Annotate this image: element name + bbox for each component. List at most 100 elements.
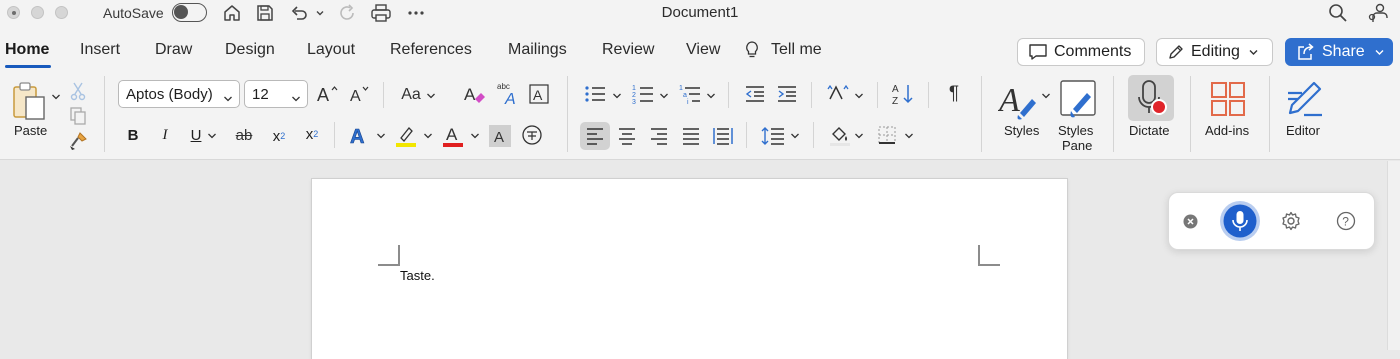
document-body-text[interactable]: Taste. <box>400 268 435 283</box>
enclose-characters-icon[interactable] <box>520 123 544 147</box>
home-ribbon: Paste Aptos (Body) 12 A A Aa A abcA A B <box>0 72 1400 160</box>
highlight-color-icon[interactable] <box>394 123 418 149</box>
tab-references[interactable]: References <box>390 41 472 59</box>
tell-me-search[interactable]: Tell me <box>771 41 822 59</box>
ribbon-separator <box>877 82 878 108</box>
show-formatting-marks-icon[interactable]: ¶ <box>942 82 966 106</box>
account-icon[interactable] <box>1366 2 1390 24</box>
multilevel-list-icon[interactable]: 1ai <box>677 82 703 106</box>
phonetic-guide-icon[interactable]: abc A <box>495 81 521 107</box>
dictate-button[interactable] <box>1130 76 1172 120</box>
share-chevron-down-icon <box>1374 47 1385 57</box>
comment-icon <box>1028 43 1048 61</box>
close-dictation-icon[interactable] <box>1182 213 1198 229</box>
tab-review[interactable]: Review <box>602 41 654 59</box>
font-color-chevron-icon[interactable] <box>469 131 481 141</box>
svg-text:A: A <box>350 88 361 104</box>
justify-icon[interactable] <box>679 124 703 148</box>
ribbon-separator <box>567 76 568 152</box>
text-effects-icon[interactable]: A <box>347 123 371 147</box>
shading-icon[interactable] <box>827 122 853 148</box>
tab-view[interactable]: View <box>686 41 720 59</box>
align-center-icon[interactable] <box>615 124 639 148</box>
numbering-chevron-icon[interactable] <box>658 91 670 101</box>
character-border-icon[interactable]: A <box>528 83 550 105</box>
vertical-scrollbar[interactable] <box>1387 161 1400 350</box>
styles-pane-label-2: Pane <box>1062 138 1093 153</box>
font-color-icon[interactable]: A <box>441 123 465 149</box>
dictation-toolbar: ? <box>1168 192 1375 250</box>
subscript-button[interactable]: x2 <box>268 124 290 148</box>
svg-text:2: 2 <box>632 92 636 99</box>
editing-label: Editing <box>1191 43 1240 60</box>
clear-formatting-icon[interactable]: A <box>461 81 487 107</box>
dictation-settings-gear-icon[interactable] <box>1280 210 1302 232</box>
multilevel-list-chevron-icon[interactable] <box>705 91 717 101</box>
distributed-align-icon[interactable] <box>711 124 735 148</box>
borders-chevron-icon[interactable] <box>903 131 915 141</box>
font-name-dropdown[interactable]: Aptos (Body) <box>118 80 240 108</box>
ribbon-separator <box>383 82 384 108</box>
format-painter-icon[interactable] <box>67 130 89 152</box>
decrease-indent-icon[interactable] <box>742 82 768 106</box>
styles-gallery-icon[interactable]: A <box>997 78 1041 124</box>
styles-chevron-icon[interactable] <box>1040 91 1052 101</box>
bullets-chevron-icon[interactable] <box>611 91 623 101</box>
tab-mailings[interactable]: Mailings <box>508 41 567 59</box>
tab-draw[interactable]: Draw <box>155 41 192 59</box>
cut-icon[interactable] <box>68 80 88 102</box>
line-spacing-chevron-icon[interactable] <box>789 131 801 141</box>
dictation-help-icon[interactable]: ? <box>1335 210 1357 232</box>
align-left-icon[interactable] <box>583 124 607 148</box>
underline-button[interactable]: U <box>186 124 206 146</box>
superscript-button[interactable]: x2 <box>301 122 323 146</box>
bold-button[interactable]: B <box>123 124 143 146</box>
editing-mode-button[interactable]: Editing <box>1156 38 1273 66</box>
change-case-button[interactable]: Aa <box>397 83 425 107</box>
tab-insert[interactable]: Insert <box>80 41 120 59</box>
text-direction-chevron-icon[interactable] <box>853 91 865 101</box>
search-icon[interactable] <box>1326 2 1350 24</box>
line-spacing-icon[interactable] <box>760 124 786 148</box>
tab-home[interactable]: Home <box>5 41 49 59</box>
copy-icon[interactable] <box>68 105 88 127</box>
styles-pane-icon[interactable] <box>1058 78 1098 124</box>
paste-options-chevron-icon[interactable] <box>50 91 62 103</box>
editor-icon[interactable] <box>1283 78 1327 120</box>
grow-font-icon[interactable]: A <box>315 82 341 106</box>
ribbon-separator <box>928 82 929 108</box>
text-direction-icon[interactable] <box>825 82 853 106</box>
svg-text:1: 1 <box>632 85 636 92</box>
svg-text:A: A <box>998 82 1020 119</box>
align-right-icon[interactable] <box>647 124 671 148</box>
add-ins-icon[interactable] <box>1208 79 1248 119</box>
italic-button[interactable]: I <box>155 124 175 146</box>
numbering-icon[interactable]: 123 <box>630 82 656 106</box>
highlight-chevron-icon[interactable] <box>422 131 434 141</box>
tab-design[interactable]: Design <box>225 41 275 59</box>
comments-button[interactable]: Comments <box>1017 38 1145 66</box>
share-label: Share <box>1322 43 1365 60</box>
bullets-icon[interactable] <box>582 82 608 106</box>
font-name-value: Aptos (Body) <box>126 85 213 103</box>
underline-chevron-icon[interactable] <box>206 131 218 141</box>
svg-text:A: A <box>504 91 516 107</box>
shrink-font-icon[interactable]: A <box>347 82 373 106</box>
svg-text:3: 3 <box>632 99 636 105</box>
strikethrough-button[interactable]: ab <box>231 124 257 146</box>
increase-indent-icon[interactable] <box>774 82 800 106</box>
ribbon-separator <box>746 122 747 148</box>
character-shading-icon[interactable]: A <box>489 125 511 147</box>
microphone-button[interactable] <box>1219 200 1261 242</box>
font-size-dropdown[interactable]: 12 <box>244 80 308 108</box>
share-button[interactable]: Share <box>1285 38 1393 66</box>
paste-button[interactable] <box>9 80 49 124</box>
shading-chevron-icon[interactable] <box>853 131 865 141</box>
font-size-chevron-icon <box>291 90 301 107</box>
change-case-chevron-icon[interactable] <box>425 91 437 101</box>
borders-icon[interactable] <box>875 123 899 147</box>
active-tab-indicator <box>5 65 51 68</box>
sort-icon[interactable]: AZ <box>890 81 916 107</box>
text-effects-chevron-icon[interactable] <box>375 131 387 141</box>
tab-layout[interactable]: Layout <box>307 41 355 59</box>
